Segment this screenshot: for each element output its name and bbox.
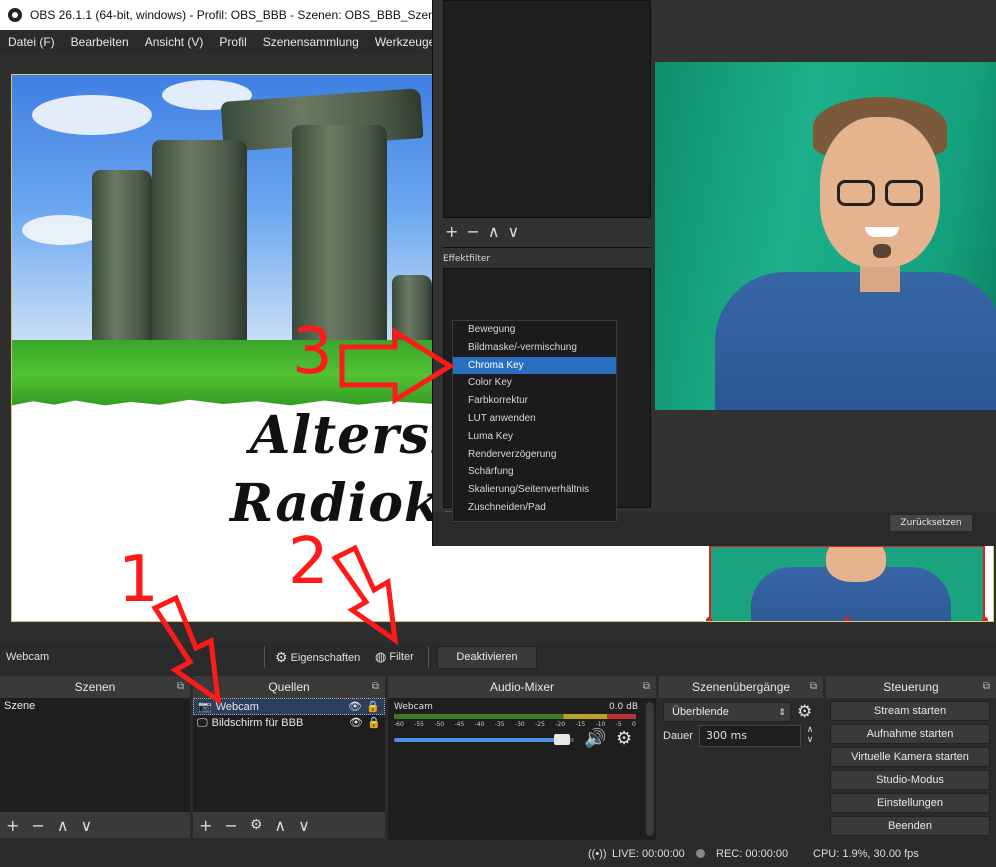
annotation-arrow-1 [151, 594, 222, 706]
annotation-number-2: 2 [288, 525, 329, 599]
annotation-layer [151, 327, 455, 706]
annotation-arrow-2 [331, 544, 399, 646]
annotation-number-1: 1 [118, 543, 159, 617]
annotation-number-3: 3 [292, 315, 333, 389]
annotation-arrow-3 [339, 327, 455, 405]
